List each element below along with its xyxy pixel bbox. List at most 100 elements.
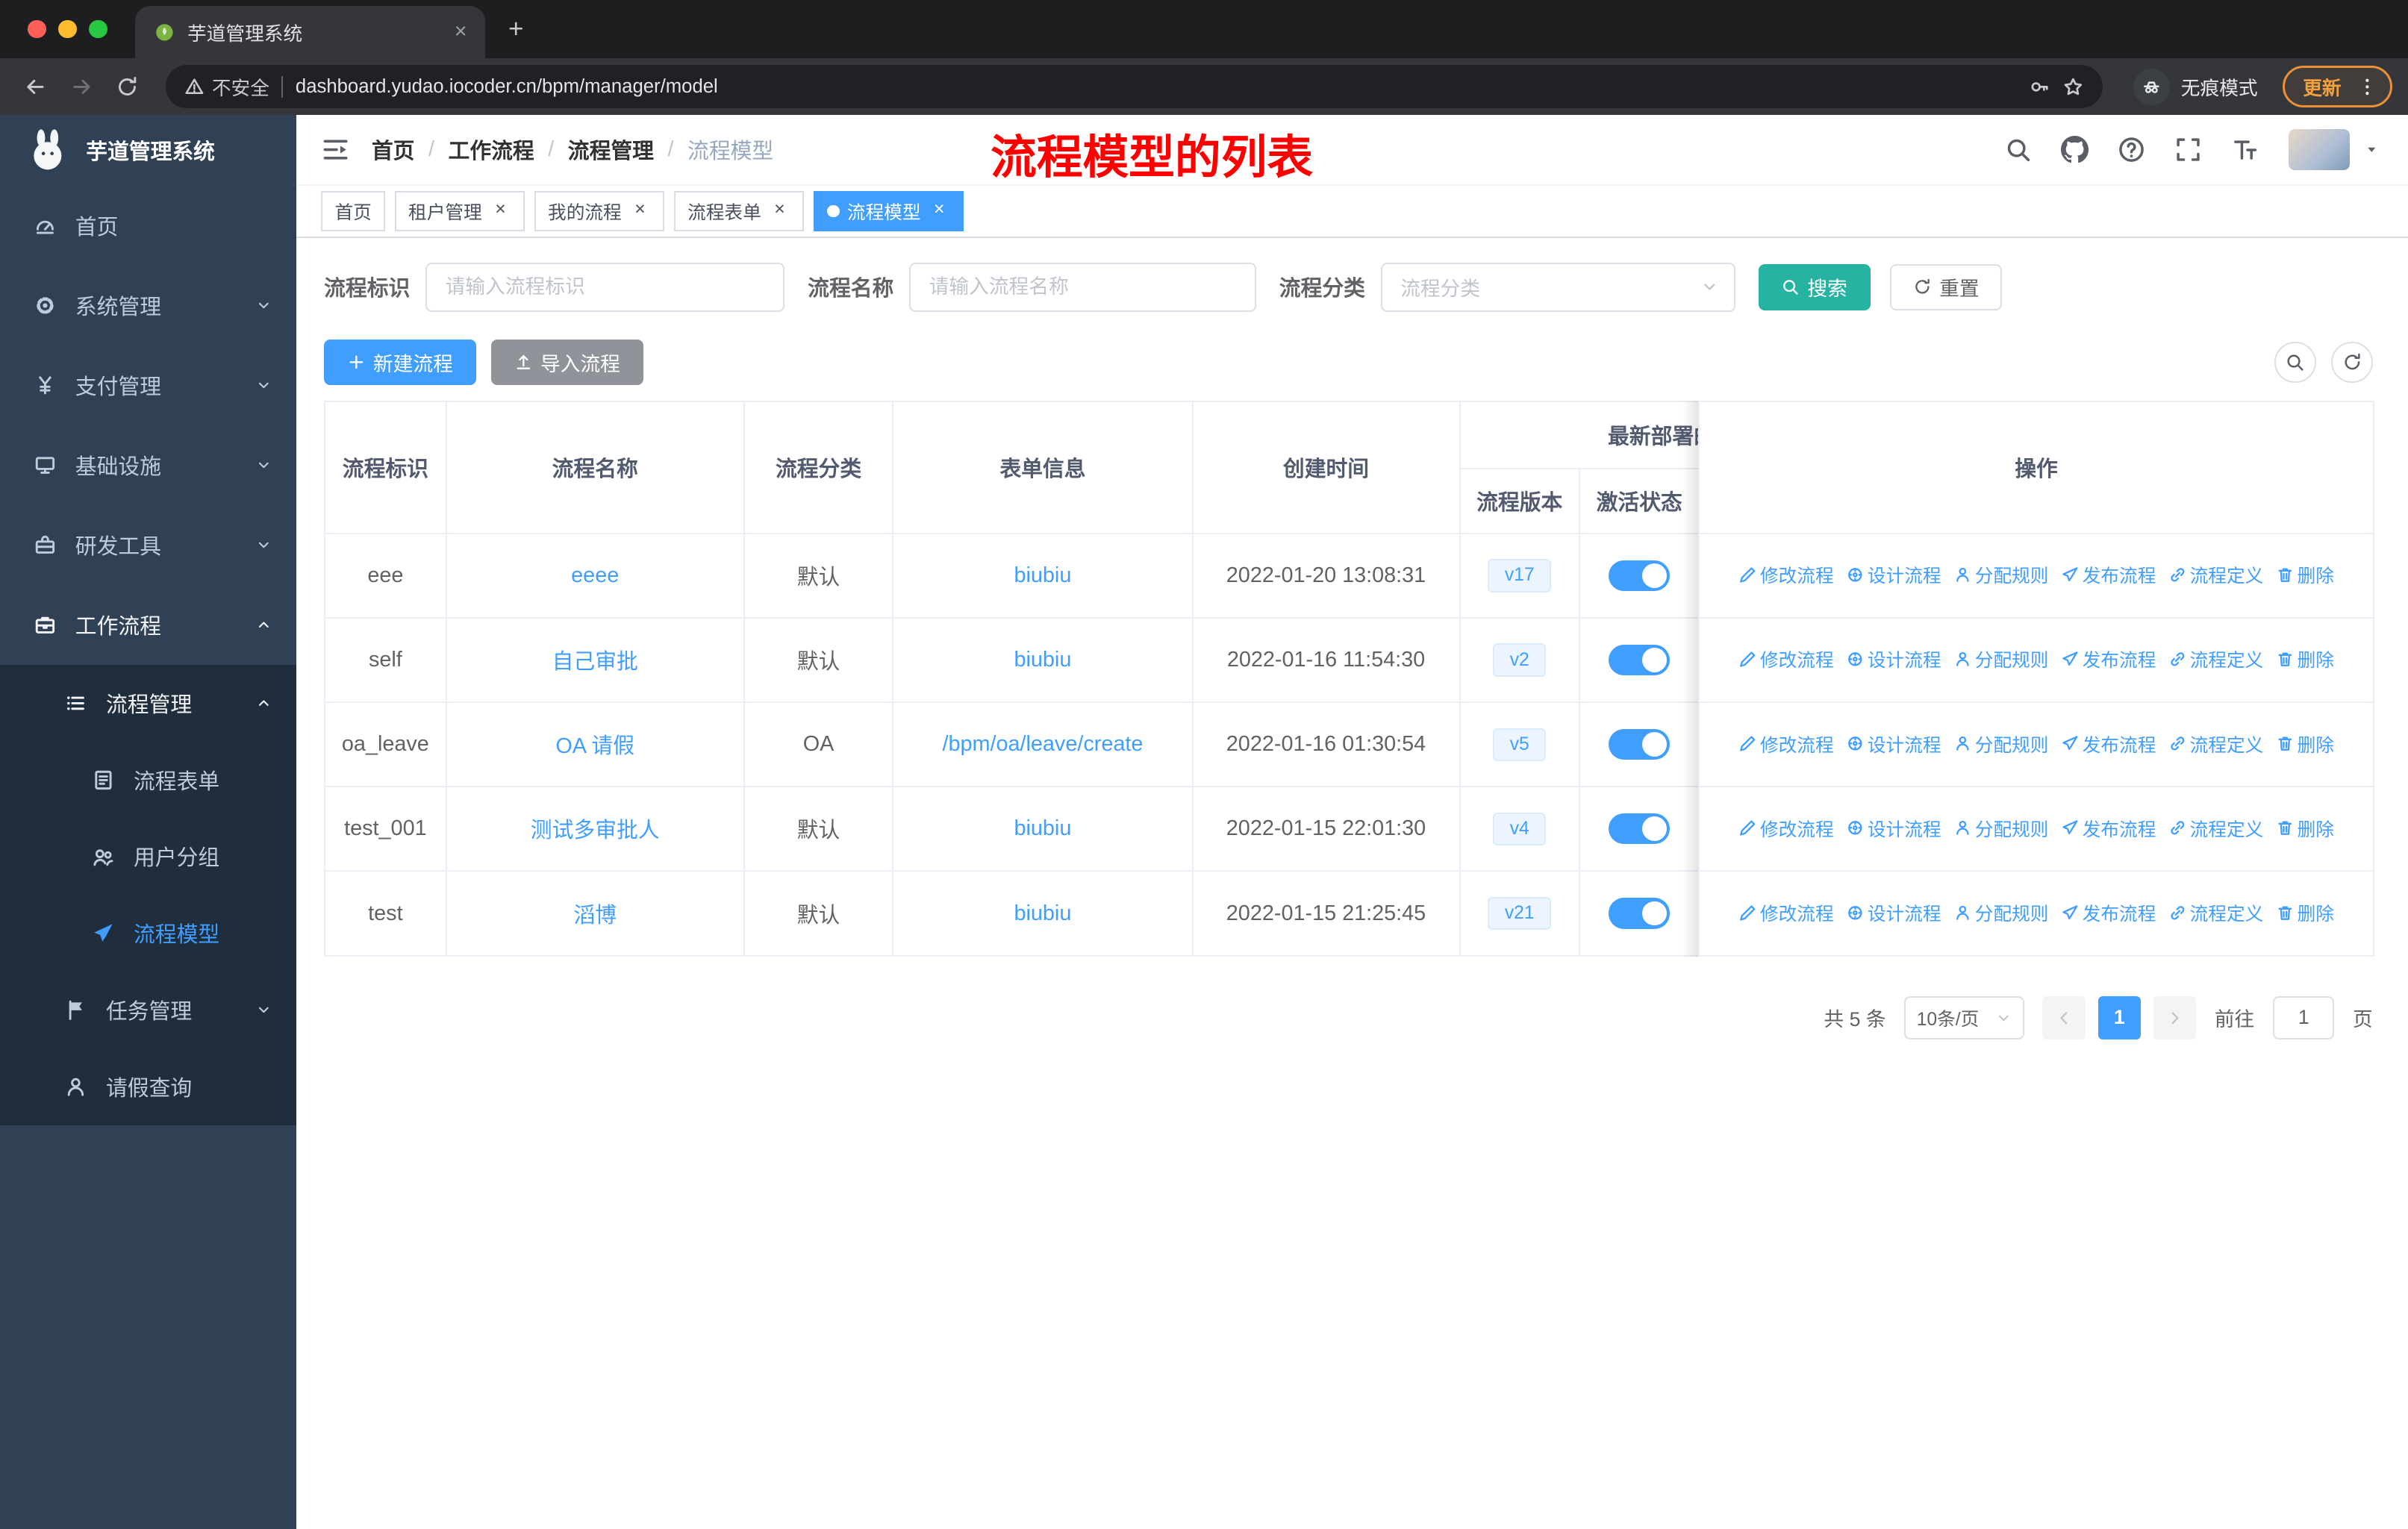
breadcrumb-item[interactable]: 流程管理: [568, 134, 654, 165]
definition-action-link[interactable]: 流程定义: [2168, 731, 2263, 757]
search-button[interactable]: 搜索: [1758, 263, 1871, 310]
modify-action-link[interactable]: 修改流程: [1738, 815, 1834, 842]
close-icon[interactable]: ×: [629, 200, 651, 222]
close-icon[interactable]: ×: [769, 200, 790, 222]
browser-menu-icon[interactable]: [2352, 72, 2383, 102]
next-page-button[interactable]: [2153, 996, 2197, 1039]
modify-action-link[interactable]: 修改流程: [1738, 731, 1834, 757]
forward-button[interactable]: [61, 66, 101, 106]
assign-action-link[interactable]: 分配规则: [1953, 645, 2048, 672]
sidebar-item-home[interactable]: 首页: [0, 186, 296, 266]
publish-action-link[interactable]: 发布流程: [2061, 731, 2156, 757]
delete-action-link[interactable]: 删除: [2276, 561, 2334, 588]
back-button[interactable]: [16, 66, 55, 106]
design-action-link[interactable]: 设计流程: [1846, 561, 1941, 588]
row-name-link[interactable]: 滔博: [573, 904, 617, 928]
design-action-link[interactable]: 设计流程: [1846, 731, 1941, 757]
row-form-link[interactable]: /bpm/oa/leave/create: [942, 732, 1143, 756]
help-icon[interactable]: [2118, 136, 2145, 163]
sidebar-item-process-form[interactable]: 流程表单: [0, 741, 297, 819]
goto-page-input[interactable]: [2272, 996, 2335, 1039]
refresh-table-button[interactable]: [2331, 341, 2373, 384]
app-logo[interactable]: 芋道管理系统: [0, 115, 296, 186]
design-action-link[interactable]: 设计流程: [1846, 815, 1941, 842]
sidebar-item-task-management[interactable]: 任务管理: [0, 972, 297, 1049]
status-toggle[interactable]: [1609, 644, 1671, 676]
close-icon[interactable]: ×: [490, 200, 511, 222]
avatar[interactable]: [2288, 128, 2350, 171]
search-icon[interactable]: [2004, 136, 2032, 163]
tag-process-form[interactable]: 流程表单 ×: [673, 191, 805, 231]
process-key-input[interactable]: [425, 262, 785, 312]
close-window-button[interactable]: [28, 19, 46, 39]
status-toggle[interactable]: [1609, 560, 1671, 591]
modify-action-link[interactable]: 修改流程: [1738, 645, 1834, 672]
row-form-link[interactable]: biubiu: [1014, 816, 1071, 840]
assign-action-link[interactable]: 分配规则: [1953, 561, 2048, 588]
zoom-window-button[interactable]: [89, 19, 107, 39]
category-select[interactable]: 流程分类: [1380, 262, 1735, 312]
delete-action-link[interactable]: 删除: [2276, 731, 2334, 757]
assign-action-link[interactable]: 分配规则: [1953, 815, 2048, 842]
row-form-link[interactable]: biubiu: [1014, 901, 1071, 925]
sidebar-item-process-management[interactable]: 流程管理: [0, 664, 297, 742]
sidebar-item-workflow[interactable]: 工作流程: [0, 585, 296, 665]
github-icon[interactable]: [2061, 136, 2089, 163]
reload-button[interactable]: [107, 66, 147, 106]
definition-action-link[interactable]: 流程定义: [2168, 815, 2263, 842]
sidebar-item-leave-query[interactable]: 请假查询: [0, 1048, 297, 1125]
tag-tenant[interactable]: 租户管理 ×: [394, 191, 525, 231]
modify-action-link[interactable]: 修改流程: [1738, 899, 1834, 926]
tag-my-process[interactable]: 我的流程 ×: [534, 191, 665, 231]
row-name-link[interactable]: 自己审批: [552, 650, 638, 674]
fullscreen-icon[interactable]: [2174, 136, 2202, 163]
hamburger-icon[interactable]: [321, 135, 350, 164]
sidebar-item-infrastructure[interactable]: 基础设施: [0, 425, 296, 505]
bookmark-star-icon[interactable]: [2062, 76, 2084, 98]
password-key-icon[interactable]: [2029, 76, 2050, 98]
breadcrumb-item[interactable]: 首页: [372, 134, 415, 165]
delete-action-link[interactable]: 删除: [2276, 645, 2334, 672]
row-name-link[interactable]: OA 请假: [555, 734, 634, 758]
tag-process-model[interactable]: 流程模型 ×: [813, 191, 964, 231]
sidebar-item-user-group[interactable]: 用户分组: [0, 818, 297, 895]
row-name-link[interactable]: 测试多审批人: [531, 819, 660, 842]
sidebar-item-payment[interactable]: 支付管理: [0, 345, 296, 425]
minimize-window-button[interactable]: [58, 19, 77, 39]
design-action-link[interactable]: 设计流程: [1846, 899, 1941, 926]
close-icon[interactable]: ×: [929, 200, 950, 222]
toggle-search-button[interactable]: [2274, 341, 2316, 384]
publish-action-link[interactable]: 发布流程: [2061, 815, 2156, 842]
tag-home[interactable]: 首页: [320, 191, 386, 231]
definition-action-link[interactable]: 流程定义: [2168, 899, 2263, 926]
address-bar[interactable]: 不安全 dashboard.yudao.iocoder.cn/bpm/manag…: [166, 65, 2103, 109]
status-toggle[interactable]: [1609, 898, 1671, 929]
breadcrumb-item[interactable]: 工作流程: [449, 134, 534, 165]
definition-action-link[interactable]: 流程定义: [2168, 561, 2263, 588]
prev-page-button[interactable]: [2042, 996, 2086, 1039]
sidebar-item-dev-tools[interactable]: 研发工具: [0, 505, 296, 585]
current-page-button[interactable]: 1: [2097, 996, 2142, 1039]
process-name-input[interactable]: [908, 262, 1256, 312]
delete-action-link[interactable]: 删除: [2276, 815, 2334, 842]
status-toggle[interactable]: [1609, 813, 1671, 845]
page-size-select[interactable]: 10条/页: [1904, 996, 2024, 1039]
row-form-link[interactable]: biubiu: [1014, 648, 1071, 672]
publish-action-link[interactable]: 发布流程: [2061, 645, 2156, 672]
sidebar-item-system[interactable]: 系统管理: [0, 266, 296, 345]
definition-action-link[interactable]: 流程定义: [2168, 645, 2263, 672]
assign-action-link[interactable]: 分配规则: [1953, 899, 2048, 926]
status-toggle[interactable]: [1609, 729, 1671, 760]
font-size-icon[interactable]: [2231, 136, 2259, 163]
import-process-button[interactable]: 导入流程: [491, 339, 643, 386]
new-tab-button[interactable]: +: [494, 7, 537, 51]
row-name-link[interactable]: eeee: [571, 563, 619, 587]
close-tab-icon[interactable]: ×: [449, 19, 473, 45]
sidebar-item-process-model[interactable]: 流程模型: [0, 895, 297, 972]
assign-action-link[interactable]: 分配规则: [1953, 731, 2048, 757]
modify-action-link[interactable]: 修改流程: [1738, 561, 1834, 588]
row-form-link[interactable]: biubiu: [1014, 563, 1071, 587]
update-button[interactable]: 更新: [2282, 66, 2393, 107]
reset-button[interactable]: 重置: [1890, 263, 2003, 310]
design-action-link[interactable]: 设计流程: [1846, 645, 1941, 672]
